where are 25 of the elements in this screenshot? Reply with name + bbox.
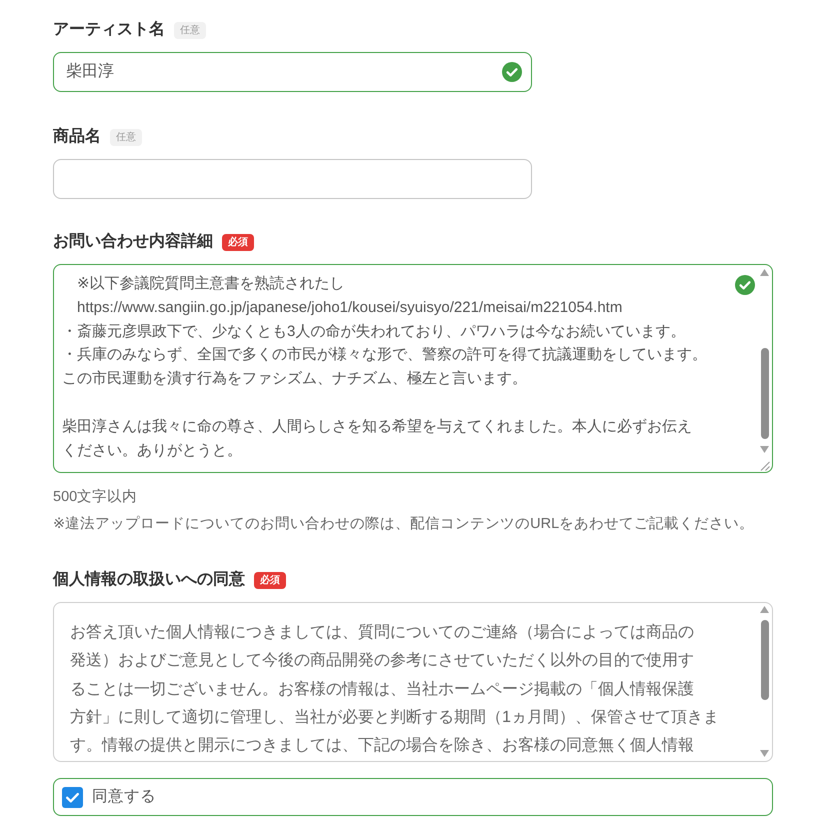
scroll-up-arrow-icon[interactable]: [760, 269, 769, 276]
consent-checkbox-field[interactable]: 同意する: [53, 778, 773, 816]
scroll-down-arrow-icon[interactable]: [760, 750, 769, 757]
scroll-up-arrow-icon[interactable]: [760, 606, 769, 613]
scrollbar-thumb[interactable]: [760, 620, 768, 700]
check-circle-icon: [735, 275, 755, 295]
field-label: お問い合わせ内容詳細: [53, 231, 213, 252]
check-circle-icon: [502, 62, 522, 82]
field-label: 商品名: [53, 126, 101, 147]
required-tag: 必須: [222, 234, 254, 250]
scroll-down-arrow-icon[interactable]: [760, 446, 769, 453]
optional-tag: 任意: [110, 128, 142, 146]
text-input[interactable]: 柴田淳: [53, 52, 532, 92]
optional-tag: 任意: [174, 22, 206, 38]
helper-text: ※違法アップロードについてのお問い合わせの際は、配信コンテンツのURLをあわせてご記載ください。: [53, 514, 754, 534]
message-textarea[interactable]: ※以下参議院質問主意書を熟読されたし https://www.sangiin.go.jp/japanese/joho1/kousei/syuisyo/221/meisai/m221054.htm ・斎藤元彦県政下で、少なくとも3人の命が失われており、パワハラは今なお続いています。 ・兵庫のみならず、全国で多くの市民が様々な形で、警察の許可を得て抗議運動をしています。 この市民運動を潰す行為をファシズム、ナチズム、極左と言います。 柴田淳さんは我々に命の尊さ、人間らしさを知る希望を与えてくれました。本人に必ずお伝え ください。ありがとうと。: [53, 264, 773, 473]
required-tag: 必須: [254, 572, 286, 588]
helper-text: 500文字以内: [53, 488, 138, 507]
resize-grip-icon[interactable]: [759, 460, 770, 471]
field-label: 個人情報の取扱いへの同意: [53, 569, 245, 590]
terms-text: お答え頂いた個人情報につきましては、質問についてのご連絡（場合によっては商品の 発送）およびご意見として今後の商品開発の参考にさせていただく以外の目的で使用す ることは一切ございません。お客様の情報は、当社ホームページ掲載の「個人情報保護 方針」に則して適切に管理し、当社が必要と判断する期間（1ヵ月間）、保管させて頂きま す。情報の提供と開示につきましては、下記の場合を除き、お客様の同意無く個人情報: [69, 622, 720, 756]
field-label: アーティスト名: [53, 20, 165, 40]
text-input[interactable]: [53, 159, 532, 199]
checkbox[interactable]: [62, 786, 83, 808]
scrollbar-thumb[interactable]: [760, 348, 768, 439]
